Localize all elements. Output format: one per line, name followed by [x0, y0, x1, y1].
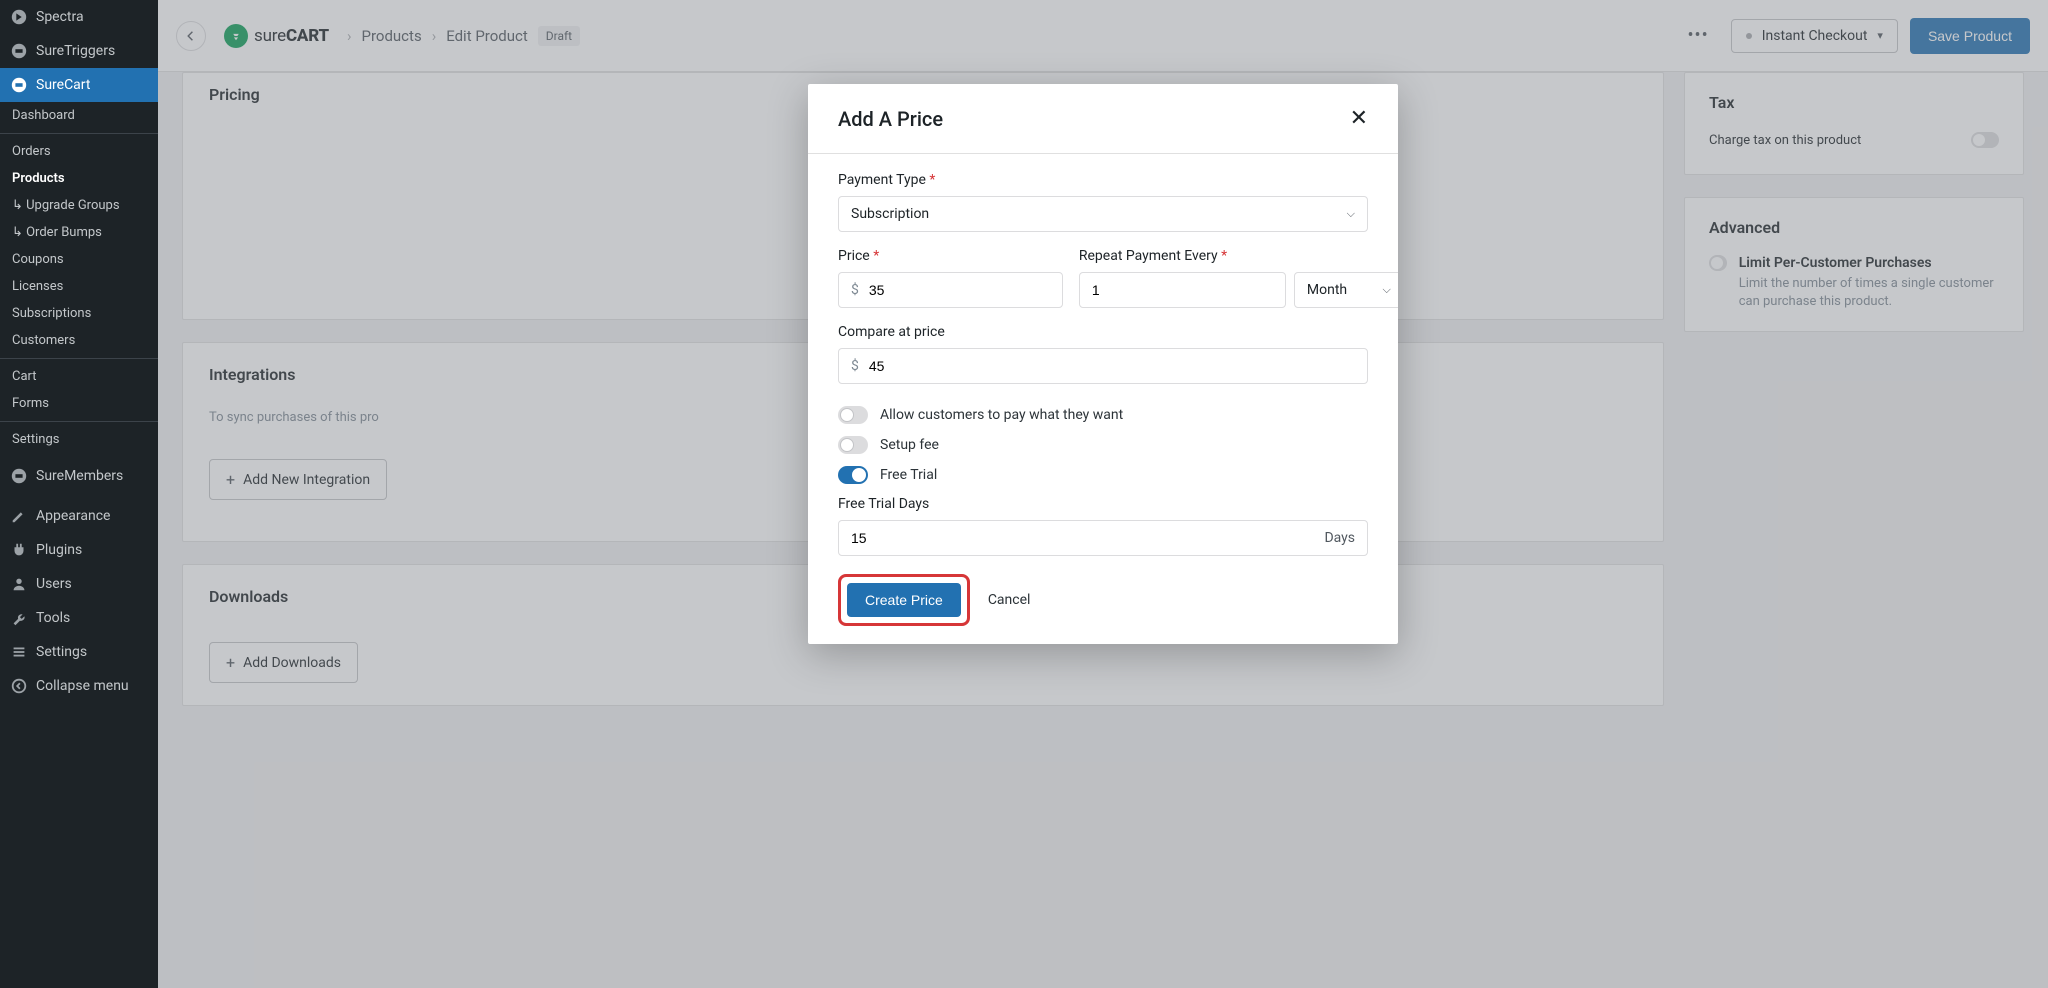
create-price-button[interactable]: Create Price	[847, 583, 961, 617]
free-trial-toggle[interactable]	[838, 466, 868, 484]
sidebar-sub-orders[interactable]: Orders	[0, 138, 158, 165]
cancel-button[interactable]: Cancel	[988, 592, 1031, 608]
repeat-label: Repeat Payment Every *	[1079, 248, 1398, 264]
repeat-unit-select[interactable]: Month ⌵	[1294, 272, 1398, 308]
user-icon	[10, 575, 28, 593]
sidebar-sub-subscriptions[interactable]: Subscriptions	[0, 300, 158, 327]
compare-input[interactable]: $	[838, 348, 1368, 384]
repeat-interval-input[interactable]	[1079, 272, 1286, 308]
sidebar-label: SureCart	[36, 77, 90, 93]
trial-days-input[interactable]: Days	[838, 520, 1368, 556]
close-icon[interactable]: ✕	[1350, 106, 1368, 131]
payment-type-label: Payment Type *	[838, 172, 1368, 188]
compare-field[interactable]	[869, 358, 1355, 374]
setup-fee-label: Setup fee	[880, 437, 939, 453]
pwyw-toggle[interactable]	[838, 406, 868, 424]
currency-symbol: $	[851, 358, 859, 374]
sidebar-sub-upgrade-groups[interactable]: ↳ Upgrade Groups	[0, 192, 158, 219]
sidebar-sub-coupons[interactable]: Coupons	[0, 246, 158, 273]
trial-days-label: Free Trial Days	[838, 496, 1368, 512]
pwyw-label: Allow customers to pay what they want	[880, 407, 1123, 423]
sidebar-item-surecart[interactable]: SureCart	[0, 68, 158, 102]
sidebar-item-settings[interactable]: Settings	[0, 635, 158, 669]
add-price-modal: Add A Price ✕ Payment Type * Subscriptio…	[808, 84, 1398, 644]
brush-icon	[10, 507, 28, 525]
admin-sidebar: Spectra SureTriggers SureCart Dashboard …	[0, 0, 158, 988]
sidebar-label: Appearance	[36, 508, 110, 524]
repeat-interval-field[interactable]	[1092, 282, 1273, 298]
sidebar-label: Tools	[36, 610, 70, 626]
chevron-down-icon: ⌵	[1347, 207, 1355, 221]
modal-overlay[interactable]: Add A Price ✕ Payment Type * Subscriptio…	[158, 0, 2048, 988]
currency-symbol: $	[851, 282, 859, 298]
sidebar-sub-customers[interactable]: Customers	[0, 327, 158, 354]
sidebar-item-users[interactable]: Users	[0, 567, 158, 601]
sidebar-item-spectra[interactable]: Spectra	[0, 0, 158, 34]
sidebar-sub-dashboard[interactable]: Dashboard	[0, 102, 158, 129]
sidebar-item-suremembers[interactable]: SureMembers	[0, 459, 158, 493]
plug-icon	[10, 541, 28, 559]
sidebar-sub-settings[interactable]: Settings	[0, 426, 158, 453]
sure-icon	[10, 76, 28, 94]
price-input[interactable]: $	[838, 272, 1063, 308]
payment-type-select[interactable]: Subscription ⌵	[838, 196, 1368, 232]
chevron-down-icon: ⌵	[1383, 283, 1391, 297]
sidebar-item-suretriggers[interactable]: SureTriggers	[0, 34, 158, 68]
sidebar-item-collapse[interactable]: Collapse menu	[0, 669, 158, 703]
sidebar-label: SureMembers	[36, 468, 123, 484]
sidebar-sub-forms[interactable]: Forms	[0, 390, 158, 417]
trial-days-field[interactable]	[851, 530, 1314, 546]
collapse-icon	[10, 677, 28, 695]
sure-icon	[10, 467, 28, 485]
sidebar-label: SureTriggers	[36, 43, 115, 59]
modal-title: Add A Price	[838, 107, 943, 131]
compare-label: Compare at price	[838, 324, 1368, 340]
sidebar-sub-licenses[interactable]: Licenses	[0, 273, 158, 300]
sidebar-item-appearance[interactable]: Appearance	[0, 499, 158, 533]
trial-days-suffix: Days	[1324, 530, 1355, 546]
sidebar-label: Settings	[36, 644, 87, 660]
settings-icon	[10, 643, 28, 661]
highlight-annotation: Create Price	[838, 574, 970, 626]
price-field[interactable]	[869, 282, 1050, 298]
free-trial-label: Free Trial	[880, 467, 937, 483]
sidebar-label: Collapse menu	[36, 678, 129, 694]
sidebar-label: Users	[36, 576, 72, 592]
sidebar-label: Spectra	[36, 9, 84, 25]
sidebar-item-plugins[interactable]: Plugins	[0, 533, 158, 567]
sure-icon	[10, 42, 28, 60]
sidebar-label: Plugins	[36, 542, 82, 558]
spectra-icon	[10, 8, 28, 26]
wrench-icon	[10, 609, 28, 627]
sidebar-sub-order-bumps[interactable]: ↳ Order Bumps	[0, 219, 158, 246]
sidebar-sub-cart[interactable]: Cart	[0, 363, 158, 390]
sidebar-item-tools[interactable]: Tools	[0, 601, 158, 635]
sidebar-sub-products[interactable]: Products	[0, 165, 158, 192]
setup-fee-toggle[interactable]	[838, 436, 868, 454]
price-label: Price *	[838, 248, 1063, 264]
